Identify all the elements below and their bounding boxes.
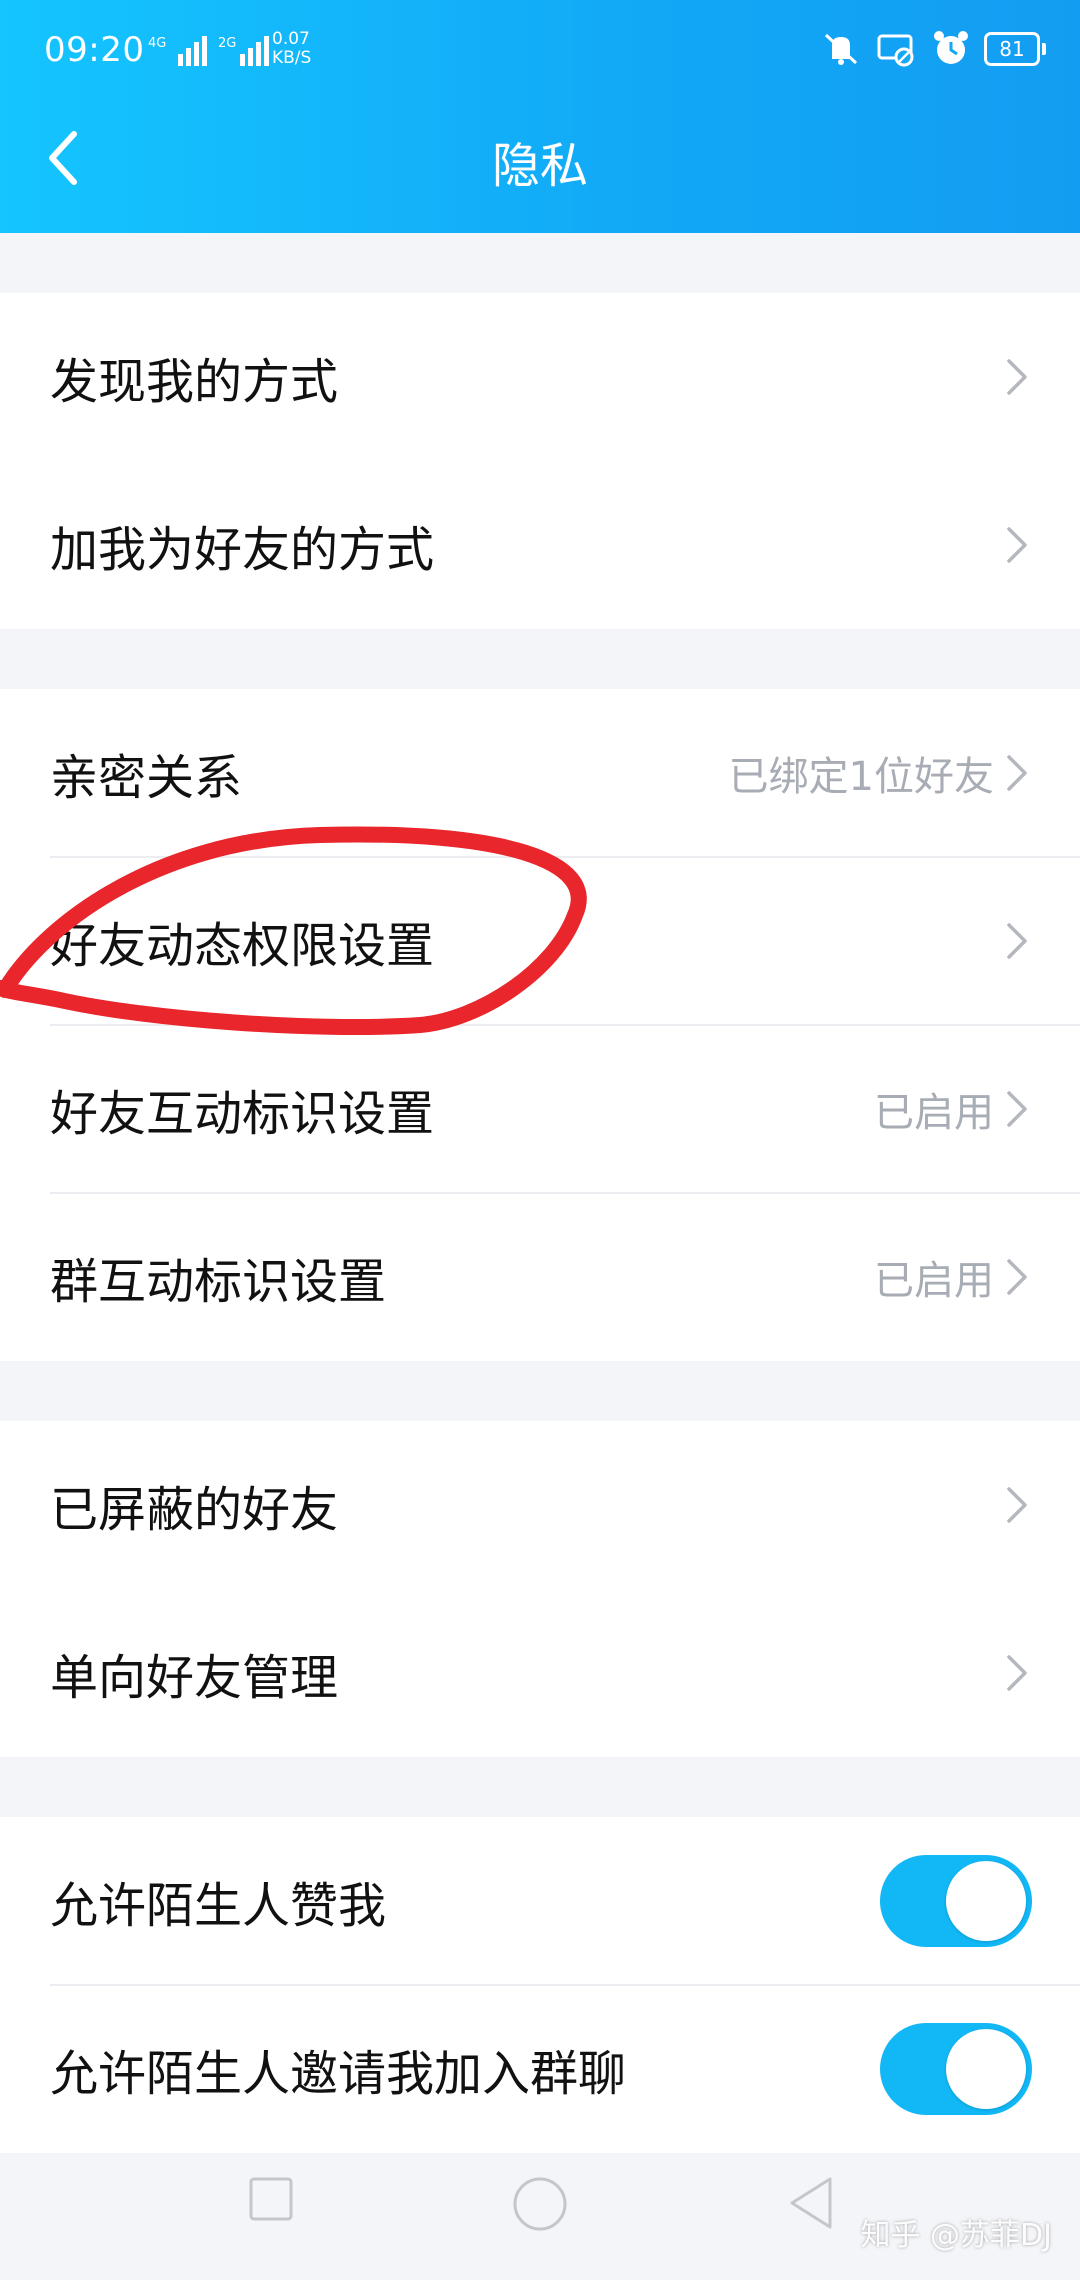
row-label: 已屏蔽的好友 <box>50 1482 339 1538</box>
section-friends: 亲密关系 已绑定1位好友 好友动态权限设置 好友互动标识设置 已启用 群互动标识… <box>0 689 1080 1361</box>
status-icons: 81 <box>820 30 1046 68</box>
back-triangle-icon[interactable] <box>786 2176 836 2230</box>
signal-4g-icon: 4G <box>148 36 207 66</box>
chevron-right-icon <box>1007 923 1027 959</box>
chevron-right-icon <box>1007 1487 1027 1523</box>
network-1-label: 4G <box>148 36 166 51</box>
row-value: 已启用 <box>874 1258 994 1304</box>
toggle-knob <box>946 2029 1026 2109</box>
cast-icon <box>877 34 914 67</box>
battery-indicator: 81 <box>984 32 1046 66</box>
home-icon[interactable] <box>512 2176 568 2232</box>
settings-row-group-badge[interactable]: 群互动标识设置 已启用 <box>0 1193 1080 1361</box>
network-2-label: 2G <box>218 36 236 51</box>
settings-row-find-me[interactable]: 发现我的方式 <box>0 293 1080 461</box>
settings-row-blocked-friends[interactable]: 已屏蔽的好友 <box>0 1421 1080 1589</box>
row-label: 发现我的方式 <box>50 354 339 410</box>
row-label: 群互动标识设置 <box>50 1254 387 1310</box>
network-speed-unit: KB/S <box>272 48 312 68</box>
row-label: 加我为好友的方式 <box>50 522 435 578</box>
recent-apps-icon[interactable] <box>248 2176 294 2222</box>
alarm-icon <box>934 31 968 64</box>
row-label: 好友互动标识设置 <box>50 1086 435 1142</box>
section-blocked: 已屏蔽的好友 单向好友管理 <box>0 1421 1080 1757</box>
vibrate-icon <box>824 33 858 65</box>
section-discover: 发现我的方式 加我为好友的方式 <box>0 293 1080 629</box>
toggle-row-stranger-invite: 允许陌生人邀请我加入群聊 <box>0 1985 1080 2153</box>
row-label: 允许陌生人邀请我加入群聊 <box>50 2046 627 2102</box>
row-value: 已启用 <box>874 1090 994 1136</box>
row-label: 允许陌生人赞我 <box>50 1878 387 1934</box>
chevron-right-icon <box>1007 527 1027 563</box>
row-label: 单向好友管理 <box>50 1650 339 1706</box>
app-header: 09:20 4G 2G 0.07 KB/S 81 隐私 <box>0 0 1080 233</box>
toggle-knob <box>946 1861 1026 1941</box>
toggle-row-stranger-like: 允许陌生人赞我 <box>0 1817 1080 1985</box>
status-time: 09:20 <box>44 30 145 70</box>
status-bar: 09:20 4G 2G 0.07 KB/S 81 <box>0 0 1080 110</box>
chevron-right-icon <box>1007 1259 1027 1295</box>
stranger-like-toggle[interactable] <box>880 1855 1032 1947</box>
chevron-right-icon <box>1007 1091 1027 1127</box>
row-label: 亲密关系 <box>50 750 243 806</box>
stranger-invite-toggle[interactable] <box>880 2023 1032 2115</box>
network-speed: 0.07 KB/S <box>272 30 311 68</box>
settings-row-one-way-friends[interactable]: 单向好友管理 <box>0 1589 1080 1757</box>
watermark-text: 知乎 @苏菲DJ <box>860 2218 1052 2253</box>
settings-row-add-me[interactable]: 加我为好友的方式 <box>0 461 1080 629</box>
settings-row-intimate[interactable]: 亲密关系 已绑定1位好友 <box>0 689 1080 857</box>
row-label: 好友动态权限设置 <box>50 918 435 974</box>
page-title: 隐私 <box>491 138 588 194</box>
section-strangers: 允许陌生人赞我 允许陌生人邀请我加入群聊 <box>0 1817 1080 2153</box>
settings-row-friend-badge[interactable]: 好友互动标识设置 已启用 <box>0 1025 1080 1193</box>
settings-row-moments-permission[interactable]: 好友动态权限设置 <box>0 857 1080 1025</box>
chevron-right-icon <box>1007 359 1027 395</box>
network-speed-value: 0.07 <box>272 29 310 49</box>
chevron-right-icon <box>1007 755 1027 791</box>
row-value: 已绑定1位好友 <box>728 754 994 800</box>
chevron-right-icon <box>1007 1655 1027 1691</box>
